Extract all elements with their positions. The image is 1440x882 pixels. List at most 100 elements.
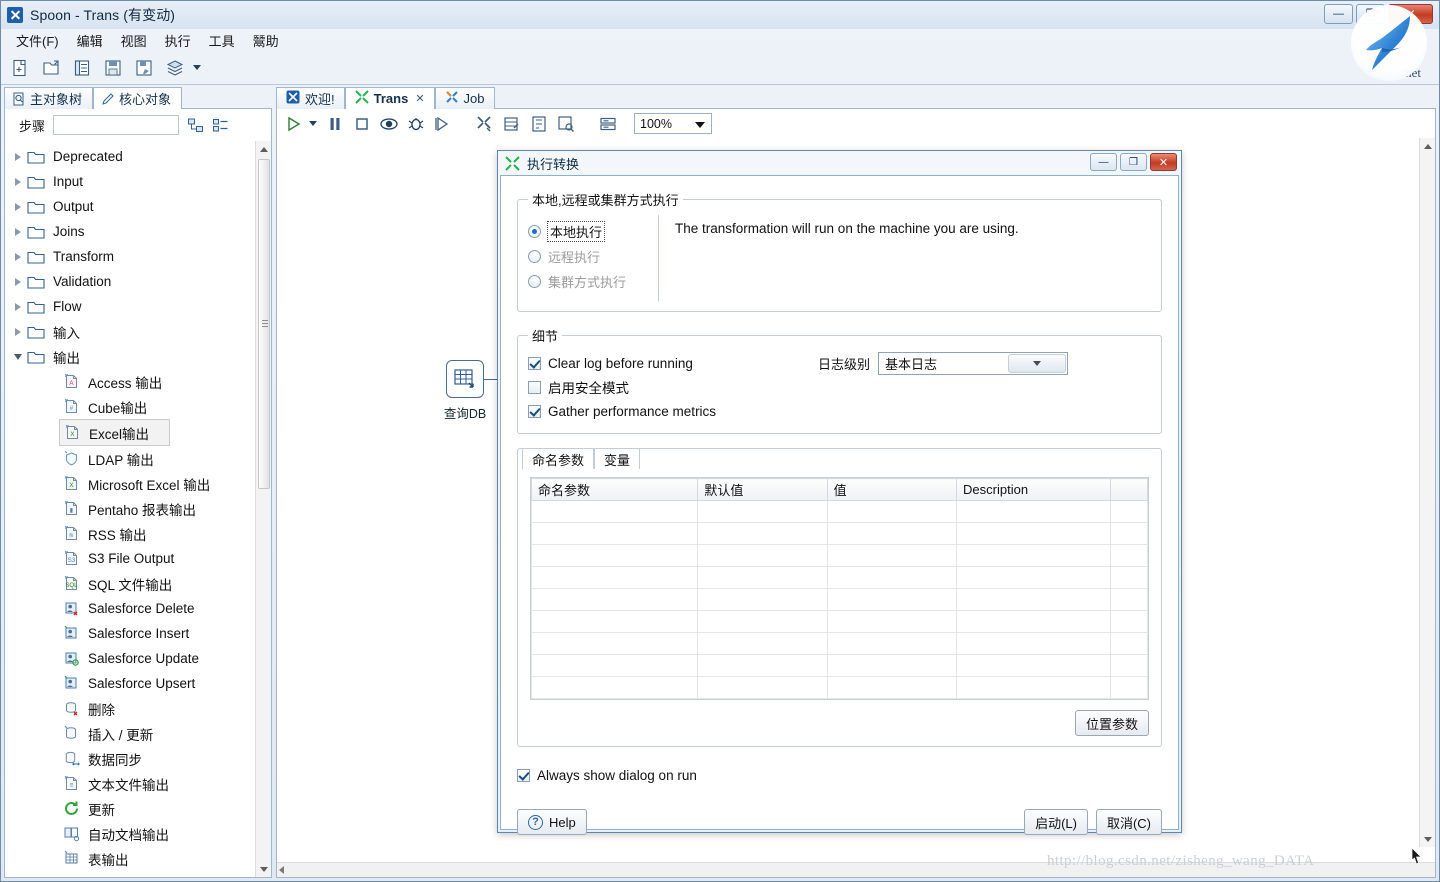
canvas-vertical-scrollbar[interactable] bbox=[1419, 138, 1435, 847]
help-button[interactable]: ? Help bbox=[517, 809, 587, 835]
table-cell[interactable] bbox=[1110, 676, 1148, 699]
dialog-minimize-button[interactable]: — bbox=[1090, 153, 1117, 171]
tree-item-table-output-icon[interactable]: 表输出 bbox=[5, 846, 255, 871]
table-cell[interactable] bbox=[697, 566, 828, 589]
table-cell[interactable] bbox=[697, 544, 828, 567]
twisty-closed-icon[interactable] bbox=[9, 252, 27, 261]
table-cell[interactable] bbox=[1110, 566, 1148, 589]
twisty-closed-icon[interactable] bbox=[9, 302, 27, 311]
scroll-down-arrow-icon[interactable] bbox=[1420, 831, 1435, 847]
tree-item-access-output-icon[interactable]: A Access 输出 bbox=[5, 369, 255, 394]
scrollbar-thumb[interactable] bbox=[258, 159, 270, 489]
tab-job[interactable]: Job bbox=[434, 87, 495, 109]
table-row[interactable] bbox=[530, 676, 1148, 699]
search-input[interactable] bbox=[53, 115, 180, 135]
tree-item-ms-excel-output-icon[interactable]: X Microsoft Excel 输出 bbox=[5, 471, 255, 496]
table-cell[interactable] bbox=[697, 500, 828, 523]
table-cell[interactable] bbox=[956, 654, 1112, 677]
table-cell[interactable] bbox=[1110, 654, 1148, 677]
tree-folder-5[interactable]: Validation bbox=[5, 269, 255, 294]
table-cell[interactable] bbox=[530, 610, 699, 633]
radio-cluster-execution[interactable]: 集群方式执行 bbox=[528, 269, 658, 294]
parameters-table-body[interactable] bbox=[530, 500, 1148, 699]
preview-icon[interactable] bbox=[380, 115, 398, 133]
step-node-query-db[interactable]: 查询DB bbox=[422, 360, 508, 422]
show-grid-icon[interactable] bbox=[503, 115, 521, 133]
twisty-closed-icon[interactable] bbox=[9, 277, 27, 286]
table-cell[interactable] bbox=[826, 632, 958, 655]
table-cell[interactable] bbox=[697, 522, 828, 545]
dialog-close-button[interactable]: ✕ bbox=[1150, 153, 1177, 171]
dropdown-caret-icon[interactable] bbox=[193, 65, 201, 70]
scroll-up-arrow-icon[interactable] bbox=[256, 141, 272, 157]
scroll-down-arrow-icon[interactable] bbox=[256, 861, 272, 877]
radio-local-execution[interactable]: 本地执行 bbox=[528, 219, 658, 244]
menu-run[interactable]: 执行 bbox=[156, 30, 200, 51]
position-params-button[interactable]: 位置参数 bbox=[1074, 710, 1149, 736]
menu-tools[interactable]: 工具 bbox=[200, 30, 244, 51]
table-cell[interactable] bbox=[826, 588, 958, 611]
new-file-icon[interactable] bbox=[10, 58, 30, 78]
save-icon[interactable] bbox=[103, 58, 123, 78]
tree-item-auto-doc-output-icon[interactable]: 自动文档输出 bbox=[5, 821, 255, 846]
align-icon[interactable] bbox=[599, 115, 617, 133]
tree-item-sql-file-output-icon[interactable]: SQL SQL 文件输出 bbox=[5, 571, 255, 596]
pause-icon[interactable] bbox=[326, 115, 344, 133]
table-cell[interactable] bbox=[956, 676, 1112, 699]
table-cell[interactable] bbox=[530, 566, 699, 589]
cancel-button[interactable]: 取消(C) bbox=[1095, 809, 1162, 835]
tree-folder-6[interactable]: Flow bbox=[5, 294, 255, 319]
table-cell[interactable] bbox=[956, 544, 1112, 567]
table-cell[interactable] bbox=[697, 676, 828, 699]
table-cell[interactable] bbox=[826, 676, 958, 699]
tab-welcome[interactable]: 欢迎! bbox=[276, 87, 345, 109]
show-sql-icon[interactable] bbox=[557, 115, 575, 133]
table-cell[interactable] bbox=[826, 566, 958, 589]
table-row[interactable] bbox=[530, 632, 1148, 655]
table-cell[interactable] bbox=[697, 654, 828, 677]
table-cell[interactable] bbox=[956, 632, 1112, 655]
close-icon[interactable]: ✕ bbox=[415, 92, 424, 105]
table-row[interactable] bbox=[530, 566, 1148, 589]
tab-named-parameters[interactable]: 命名参数 bbox=[522, 449, 595, 469]
table-cell[interactable] bbox=[1110, 522, 1148, 545]
run-icon[interactable] bbox=[285, 115, 303, 133]
debug-icon[interactable] bbox=[407, 115, 425, 133]
radio-remote-execution[interactable]: 远程执行 bbox=[528, 244, 658, 269]
table-row[interactable] bbox=[530, 500, 1148, 523]
tab-main-object-tree[interactable]: 主对象树 bbox=[4, 87, 94, 109]
table-cell[interactable] bbox=[1110, 544, 1148, 567]
tree-item-salesforce-upsert-icon[interactable]: Salesforce Upsert bbox=[5, 671, 255, 696]
twisty-closed-icon[interactable] bbox=[9, 227, 27, 236]
scroll-left-arrow-icon[interactable] bbox=[279, 866, 284, 874]
tree-item-text-file-output-icon[interactable]: ≡ 文本文件输出 bbox=[5, 771, 255, 796]
column-header-description[interactable]: Description bbox=[956, 478, 1112, 501]
table-cell[interactable] bbox=[956, 588, 1112, 611]
table-cell[interactable] bbox=[697, 610, 828, 633]
menu-view[interactable]: 视图 bbox=[112, 30, 156, 51]
log-level-combo[interactable]: 基本日志 bbox=[878, 352, 1069, 375]
tree-item-rss-output-icon[interactable]: ≋ RSS 输出 bbox=[5, 521, 255, 546]
table-cell[interactable] bbox=[1110, 610, 1148, 633]
twisty-closed-icon[interactable] bbox=[9, 202, 27, 211]
checkbox-gather-performance-metrics[interactable]: Gather performance metrics bbox=[528, 399, 818, 423]
tree-item-sync-icon[interactable]: 数据同步 bbox=[5, 746, 255, 771]
table-cell[interactable] bbox=[530, 654, 699, 677]
scroll-up-arrow-icon[interactable] bbox=[1420, 138, 1435, 154]
table-cell[interactable] bbox=[530, 544, 699, 567]
table-cell[interactable] bbox=[697, 588, 828, 611]
table-cell[interactable] bbox=[1110, 632, 1148, 655]
table-cell[interactable] bbox=[956, 522, 1112, 545]
tree-item-insert-update-icon[interactable]: 插入 / 更新 bbox=[5, 721, 255, 746]
table-cell[interactable] bbox=[826, 610, 958, 633]
table-cell[interactable] bbox=[826, 500, 958, 523]
table-row[interactable] bbox=[530, 522, 1148, 545]
table-cell[interactable] bbox=[530, 588, 699, 611]
tree-folder-1[interactable]: Input bbox=[5, 169, 255, 194]
open-file-icon[interactable] bbox=[41, 58, 61, 78]
table-cell[interactable] bbox=[1110, 500, 1148, 523]
twisty-open-icon[interactable] bbox=[9, 353, 27, 360]
tree-item-salesforce-delete-icon[interactable]: Salesforce Delete bbox=[5, 596, 255, 621]
start-button[interactable]: 启动(L) bbox=[1024, 809, 1088, 835]
layers-icon[interactable] bbox=[165, 58, 185, 78]
